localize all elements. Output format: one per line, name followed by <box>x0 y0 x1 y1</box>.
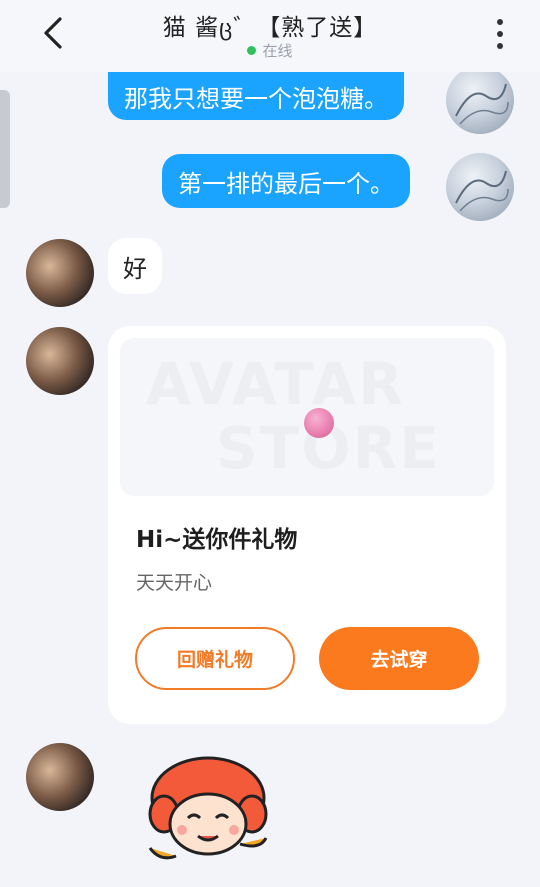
gift-title: Hi~送你件礼物 <box>136 527 298 553</box>
my-avatar[interactable] <box>446 153 514 221</box>
online-status: 在线 <box>0 40 540 61</box>
contact-message-bubble[interactable]: 好 <box>108 238 162 294</box>
contact-avatar[interactable] <box>26 327 94 395</box>
contact-avatar[interactable] <box>26 239 94 307</box>
my-message-bubble[interactable]: 那我只想要一个泡泡糖。 <box>108 72 404 120</box>
my-message-bubble[interactable]: 第一排的最后一个。 <box>162 154 410 208</box>
more-options-button[interactable] <box>490 16 510 52</box>
chat-title: 猫 酱ც゛【熟了送】 <box>162 15 378 41</box>
try-on-button[interactable]: 去试穿 <box>319 627 479 690</box>
status-label: 在线 <box>262 42 293 60</box>
return-gift-button[interactable]: 回赠礼物 <box>135 627 295 690</box>
my-avatar-image <box>455 83 509 125</box>
chat-header: 猫 酱ც゛【熟了送】 在线 <box>0 0 540 72</box>
side-scroll-handle[interactable] <box>0 90 10 208</box>
my-avatar-image <box>455 170 509 212</box>
banner-watermark: AVATAR <box>146 350 405 418</box>
sticker-image <box>148 756 268 860</box>
cartoon-sticker[interactable] <box>144 752 272 864</box>
gift-card[interactable]: AVATAR STORE Hi~送你件礼物 天天开心 回赠礼物 去试穿 <box>108 326 506 724</box>
gift-banner: AVATAR STORE <box>120 338 494 496</box>
gift-subtitle: 天天开心 <box>136 572 213 594</box>
contact-avatar[interactable] <box>26 743 94 811</box>
bubble-gum-icon <box>304 408 334 438</box>
more-vertical-icon <box>497 19 503 25</box>
online-dot-icon <box>247 46 257 55</box>
my-avatar[interactable] <box>446 66 514 134</box>
